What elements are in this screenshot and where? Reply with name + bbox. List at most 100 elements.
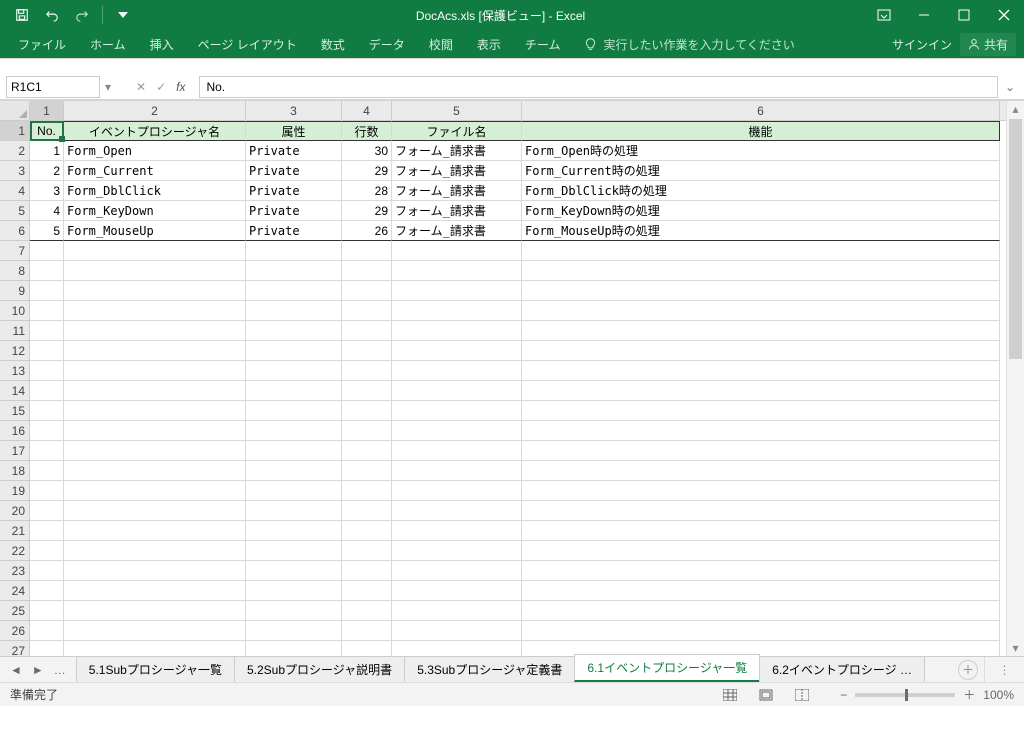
cell[interactable]: イベントプロシージャ名 [64,121,246,141]
cell[interactable]: ファイル名 [392,121,522,141]
formula-input[interactable]: No. [199,76,998,98]
cell[interactable] [392,401,522,421]
row-header[interactable]: 21 [0,521,30,541]
cell[interactable] [246,641,342,656]
column-header[interactable]: 2 [64,101,246,120]
cell[interactable] [30,561,64,581]
cell[interactable] [342,541,392,561]
cell[interactable] [64,401,246,421]
cell[interactable] [522,621,1000,641]
row-header[interactable]: 15 [0,401,30,421]
enter-formula-icon[interactable]: ✓ [156,80,166,94]
cell[interactable] [342,381,392,401]
view-normal-icon[interactable] [718,685,742,705]
scroll-thumb[interactable] [1009,119,1022,359]
cell[interactable] [342,261,392,281]
cell[interactable]: 1 [30,141,64,161]
row-header[interactable]: 10 [0,301,30,321]
cell[interactable] [392,361,522,381]
tab-file[interactable]: ファイル [6,30,78,58]
cell[interactable] [342,341,392,361]
tab-next-icon[interactable]: ► [28,663,48,677]
cell[interactable]: Private [246,221,342,241]
cell[interactable] [392,501,522,521]
close-icon[interactable] [984,0,1024,30]
cell[interactable] [30,581,64,601]
cell[interactable] [64,281,246,301]
tab-formula[interactable]: 数式 [309,30,357,58]
cell[interactable] [342,421,392,441]
cell[interactable] [522,361,1000,381]
cell[interactable]: Form_KeyDown [64,201,246,221]
cell[interactable]: 26 [342,221,392,241]
cell[interactable]: 29 [342,201,392,221]
cell[interactable] [392,481,522,501]
minimize-icon[interactable] [904,0,944,30]
cell[interactable] [342,601,392,621]
sheet-tab[interactable]: 6.2イベントプロシージ … [759,656,925,682]
cell[interactable]: フォーム_請求書 [392,221,522,241]
cell[interactable] [64,621,246,641]
cell[interactable] [392,521,522,541]
row-header[interactable]: 14 [0,381,30,401]
cell[interactable] [246,321,342,341]
cell[interactable] [246,501,342,521]
cell[interactable] [392,301,522,321]
ribbon-display-icon[interactable] [864,0,904,30]
cell[interactable] [342,481,392,501]
row-header[interactable]: 20 [0,501,30,521]
cell[interactable] [342,621,392,641]
cell[interactable] [392,581,522,601]
cell[interactable]: 2 [30,161,64,181]
cell[interactable] [246,341,342,361]
cell[interactable] [30,441,64,461]
tell-me[interactable]: 実行したい作業を入力してください [572,30,806,58]
cell[interactable] [30,341,64,361]
cell[interactable]: フォーム_請求書 [392,141,522,161]
cell[interactable] [392,641,522,656]
save-icon[interactable] [8,1,36,29]
cell[interactable] [392,261,522,281]
cell[interactable] [522,301,1000,321]
cell[interactable] [64,381,246,401]
cell[interactable] [64,561,246,581]
cell[interactable] [522,341,1000,361]
name-box[interactable]: R1C1 [6,76,100,98]
cell[interactable]: 行数 [342,121,392,141]
cell[interactable] [522,421,1000,441]
cell[interactable] [30,281,64,301]
sheet-tab[interactable]: 6.1イベントプロシージャ一覧 [574,654,760,682]
row-header[interactable]: 7 [0,241,30,261]
row-header[interactable]: 23 [0,561,30,581]
cell[interactable] [246,561,342,581]
cell[interactable] [64,321,246,341]
signin-link[interactable]: サインイン [892,36,952,53]
cell[interactable] [246,421,342,441]
row-header[interactable]: 24 [0,581,30,601]
new-sheet-icon[interactable]: ＋ [958,660,978,680]
cell[interactable] [342,401,392,421]
sheet-tab[interactable]: 5.1Subプロシージャ一覧 [76,656,235,682]
tab-review[interactable]: 校閲 [417,30,465,58]
cell[interactable] [30,361,64,381]
cell[interactable] [30,461,64,481]
cell[interactable] [64,341,246,361]
tab-home[interactable]: ホーム [78,30,138,58]
tab-prev-icon[interactable]: ◄ [6,663,26,677]
cell[interactable]: Form_DblClick時の処理 [522,181,1000,201]
row-header[interactable]: 16 [0,421,30,441]
cell[interactable]: Private [246,181,342,201]
column-header[interactable]: 5 [392,101,522,120]
tab-team[interactable]: チーム [513,30,573,58]
cell[interactable]: Form_Open時の処理 [522,141,1000,161]
row-header[interactable]: 27 [0,641,30,656]
cell[interactable] [246,261,342,281]
cell[interactable] [342,281,392,301]
cell[interactable] [522,241,1000,261]
cell[interactable] [522,381,1000,401]
sheet-tab[interactable]: 5.3Subプロシージャ定義書 [404,656,575,682]
undo-icon[interactable] [38,1,66,29]
select-all[interactable] [0,101,30,120]
row-header[interactable]: 4 [0,181,30,201]
cell[interactable] [30,321,64,341]
